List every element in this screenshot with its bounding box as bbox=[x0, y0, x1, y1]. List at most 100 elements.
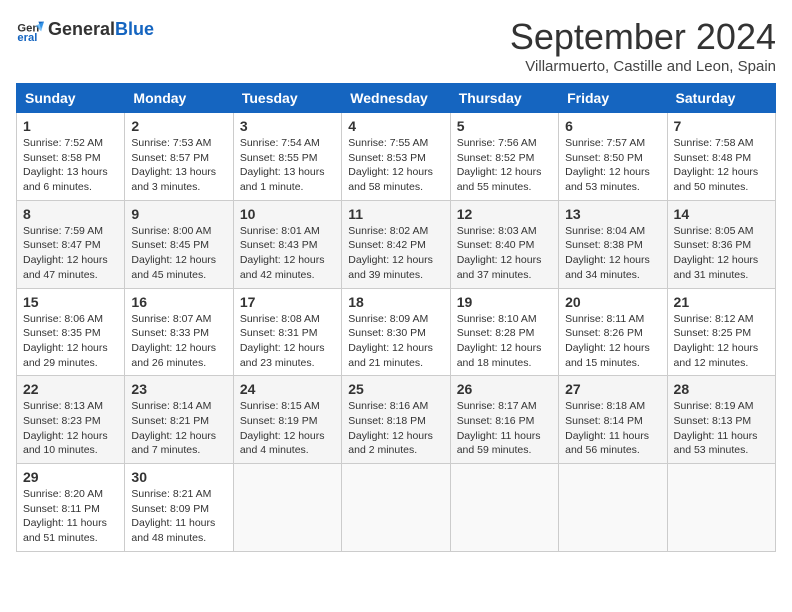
day-number: 24 bbox=[240, 381, 335, 397]
day-number: 16 bbox=[131, 294, 226, 310]
day-info: Sunrise: 8:09 AMSunset: 8:30 PMDaylight:… bbox=[348, 312, 443, 371]
weekday-header-tuesday: Tuesday bbox=[233, 84, 341, 113]
day-number: 22 bbox=[23, 381, 118, 397]
day-info: Sunrise: 8:03 AMSunset: 8:40 PMDaylight:… bbox=[457, 224, 552, 283]
day-number: 12 bbox=[457, 206, 552, 222]
weekday-header-friday: Friday bbox=[559, 84, 667, 113]
day-number: 10 bbox=[240, 206, 335, 222]
day-number: 4 bbox=[348, 118, 443, 134]
day-number: 28 bbox=[674, 381, 769, 397]
calendar-day-cell: 26Sunrise: 8:17 AMSunset: 8:16 PMDayligh… bbox=[450, 376, 558, 464]
logo-general: General bbox=[48, 19, 115, 39]
calendar-day-cell: 12 Sunrise: 8:03 AMSunset: 8:40 PMDayligh… bbox=[450, 200, 558, 288]
day-info: Sunrise: 7:59 AMSunset: 8:47 PMDaylight:… bbox=[23, 224, 118, 283]
day-info: Sunrise: 8:10 AMSunset: 8:28 PMDaylight:… bbox=[457, 312, 552, 371]
calendar-day-cell: 29 Sunrise: 8:20 AMSunset: 8:11 PMDayligh… bbox=[17, 464, 125, 552]
day-info: Sunrise: 7:53 AMSunset: 8:57 PMDaylight:… bbox=[131, 136, 226, 195]
day-number: 13 bbox=[565, 206, 660, 222]
day-number: 23 bbox=[131, 381, 226, 397]
day-info: Sunrise: 8:02 AMSunset: 8:42 PMDaylight:… bbox=[348, 224, 443, 283]
calendar-day-cell: 4 Sunrise: 7:55 AMSunset: 8:53 PMDaylight… bbox=[342, 113, 450, 201]
day-info: Sunrise: 7:58 AMSunset: 8:48 PMDaylight:… bbox=[674, 136, 769, 195]
day-info: Sunrise: 8:12 AMSunset: 8:25 PMDaylight:… bbox=[674, 312, 769, 371]
calendar-day-cell: 10 Sunrise: 8:01 AMSunset: 8:43 PMDayligh… bbox=[233, 200, 341, 288]
day-number: 20 bbox=[565, 294, 660, 310]
logo-icon: Gen eral bbox=[16, 16, 44, 44]
day-number: 18 bbox=[348, 294, 443, 310]
weekday-header-wednesday: Wednesday bbox=[342, 84, 450, 113]
calendar-day-cell: 18 Sunrise: 8:09 AMSunset: 8:30 PMDayligh… bbox=[342, 288, 450, 376]
day-info: Sunrise: 8:00 AMSunset: 8:45 PMDaylight:… bbox=[131, 224, 226, 283]
calendar-week-row: 8 Sunrise: 7:59 AMSunset: 8:47 PMDaylight… bbox=[17, 200, 776, 288]
calendar-day-cell: 6Sunrise: 7:57 AMSunset: 8:50 PMDaylight… bbox=[559, 113, 667, 201]
day-info: Sunrise: 8:20 AMSunset: 8:11 PMDaylight:… bbox=[23, 487, 118, 546]
title-area: September 2024 Villarmuerto, Castille an… bbox=[510, 16, 776, 75]
calendar-day-cell: 16Sunrise: 8:07 AMSunset: 8:33 PMDayligh… bbox=[125, 288, 233, 376]
calendar-day-cell: 21Sunrise: 8:12 AMSunset: 8:25 PMDayligh… bbox=[667, 288, 775, 376]
calendar-day-cell: 28 Sunrise: 8:19 AMSunset: 8:13 PMDayligh… bbox=[667, 376, 775, 464]
calendar-day-cell: 30 Sunrise: 8:21 AMSunset: 8:09 PMDayligh… bbox=[125, 464, 233, 552]
svg-text:eral: eral bbox=[17, 32, 37, 44]
day-info: Sunrise: 7:56 AMSunset: 8:52 PMDaylight:… bbox=[457, 136, 552, 195]
calendar-table: SundayMondayTuesdayWednesdayThursdayFrid… bbox=[16, 83, 776, 552]
calendar-day-cell: 22 Sunrise: 8:13 AMSunset: 8:23 PMDayligh… bbox=[17, 376, 125, 464]
day-info: Sunrise: 8:19 AMSunset: 8:13 PMDaylight:… bbox=[674, 399, 769, 458]
calendar-day-cell bbox=[450, 464, 558, 552]
day-info: Sunrise: 8:11 AMSunset: 8:26 PMDaylight:… bbox=[565, 312, 660, 371]
calendar-day-cell: 1Sunrise: 7:52 AMSunset: 8:58 PMDaylight… bbox=[17, 113, 125, 201]
day-info: Sunrise: 7:57 AMSunset: 8:50 PMDaylight:… bbox=[565, 136, 660, 195]
calendar-day-cell: 2 Sunrise: 7:53 AMSunset: 8:57 PMDaylight… bbox=[125, 113, 233, 201]
calendar-day-cell: 3 Sunrise: 7:54 AMSunset: 8:55 PMDaylight… bbox=[233, 113, 341, 201]
day-info: Sunrise: 7:55 AMSunset: 8:53 PMDaylight:… bbox=[348, 136, 443, 195]
day-info: Sunrise: 8:14 AMSunset: 8:21 PMDaylight:… bbox=[131, 399, 226, 458]
day-info: Sunrise: 8:01 AMSunset: 8:43 PMDaylight:… bbox=[240, 224, 335, 283]
day-info: Sunrise: 8:15 AMSunset: 8:19 PMDaylight:… bbox=[240, 399, 335, 458]
day-info: Sunrise: 8:13 AMSunset: 8:23 PMDaylight:… bbox=[23, 399, 118, 458]
weekday-header-sunday: Sunday bbox=[17, 84, 125, 113]
day-info: Sunrise: 8:21 AMSunset: 8:09 PMDaylight:… bbox=[131, 487, 226, 546]
day-number: 15 bbox=[23, 294, 118, 310]
calendar-day-cell: 14 Sunrise: 8:05 AMSunset: 8:36 PMDayligh… bbox=[667, 200, 775, 288]
day-number: 25 bbox=[348, 381, 443, 397]
logo: Gen eral GeneralBlue bbox=[16, 16, 154, 44]
day-number: 7 bbox=[674, 118, 769, 134]
day-number: 14 bbox=[674, 206, 769, 222]
day-number: 5 bbox=[457, 118, 552, 134]
day-number: 8 bbox=[23, 206, 118, 222]
calendar-day-cell: 8 Sunrise: 7:59 AMSunset: 8:47 PMDaylight… bbox=[17, 200, 125, 288]
calendar-day-cell bbox=[559, 464, 667, 552]
day-number: 19 bbox=[457, 294, 552, 310]
day-number: 1 bbox=[23, 118, 118, 134]
day-info: Sunrise: 7:54 AMSunset: 8:55 PMDaylight:… bbox=[240, 136, 335, 195]
calendar-day-cell: 15 Sunrise: 8:06 AMSunset: 8:35 PMDayligh… bbox=[17, 288, 125, 376]
day-info: Sunrise: 8:08 AMSunset: 8:31 PMDaylight:… bbox=[240, 312, 335, 371]
day-number: 27 bbox=[565, 381, 660, 397]
calendar-day-cell: 19 Sunrise: 8:10 AMSunset: 8:28 PMDayligh… bbox=[450, 288, 558, 376]
day-info: Sunrise: 8:18 AMSunset: 8:14 PMDaylight:… bbox=[565, 399, 660, 458]
calendar-header-row: SundayMondayTuesdayWednesdayThursdayFrid… bbox=[17, 84, 776, 113]
day-number: 2 bbox=[131, 118, 226, 134]
weekday-header-thursday: Thursday bbox=[450, 84, 558, 113]
day-number: 30 bbox=[131, 469, 226, 485]
calendar-day-cell bbox=[233, 464, 341, 552]
day-number: 26 bbox=[457, 381, 552, 397]
location-subtitle: Villarmuerto, Castille and Leon, Spain bbox=[510, 58, 776, 75]
calendar-week-row: 29 Sunrise: 8:20 AMSunset: 8:11 PMDayligh… bbox=[17, 464, 776, 552]
day-number: 17 bbox=[240, 294, 335, 310]
calendar-day-cell: 23 Sunrise: 8:14 AMSunset: 8:21 PMDayligh… bbox=[125, 376, 233, 464]
calendar-day-cell bbox=[667, 464, 775, 552]
calendar-week-row: 1Sunrise: 7:52 AMSunset: 8:58 PMDaylight… bbox=[17, 113, 776, 201]
day-info: Sunrise: 8:05 AMSunset: 8:36 PMDaylight:… bbox=[674, 224, 769, 283]
calendar-day-cell: 13Sunrise: 8:04 AMSunset: 8:38 PMDayligh… bbox=[559, 200, 667, 288]
calendar-day-cell: 20 Sunrise: 8:11 AMSunset: 8:26 PMDayligh… bbox=[559, 288, 667, 376]
day-number: 29 bbox=[23, 469, 118, 485]
calendar-day-cell: 11 Sunrise: 8:02 AMSunset: 8:42 PMDayligh… bbox=[342, 200, 450, 288]
calendar-week-row: 15 Sunrise: 8:06 AMSunset: 8:35 PMDayligh… bbox=[17, 288, 776, 376]
day-number: 3 bbox=[240, 118, 335, 134]
month-title: September 2024 bbox=[510, 16, 776, 58]
calendar-day-cell: 24 Sunrise: 8:15 AMSunset: 8:19 PMDayligh… bbox=[233, 376, 341, 464]
calendar-week-row: 22 Sunrise: 8:13 AMSunset: 8:23 PMDayligh… bbox=[17, 376, 776, 464]
day-info: Sunrise: 8:06 AMSunset: 8:35 PMDaylight:… bbox=[23, 312, 118, 371]
logo-blue: Blue bbox=[115, 19, 154, 39]
day-number: 11 bbox=[348, 206, 443, 222]
